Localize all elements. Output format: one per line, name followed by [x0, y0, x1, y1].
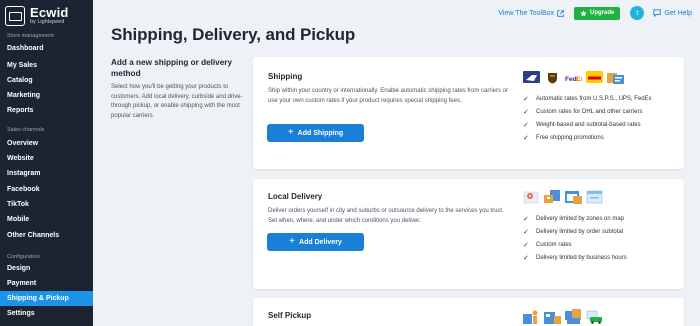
sidebar-item-settings[interactable]: Settings: [0, 306, 93, 321]
check-icon: ✓: [523, 108, 529, 116]
sidebar-item-overview[interactable]: Overview: [0, 136, 93, 151]
self-pickup-card: Self Pickup: [253, 298, 684, 326]
top-bar: View The ToolBox Upgrade t Get Help: [498, 6, 692, 20]
external-link-icon: [557, 9, 564, 17]
intro-title: Add a new shipping or delivery method: [111, 58, 233, 78]
check-icon: ✓: [523, 241, 529, 249]
sidebar-item-my-sales[interactable]: My Sales: [0, 58, 93, 73]
list-item: ✓ Delivery limited by order subtotal: [523, 225, 627, 238]
map-pin-icon: [523, 189, 540, 204]
check-icon: ✓: [523, 215, 529, 223]
plus-icon: +: [289, 236, 296, 247]
sidebar-item-website[interactable]: Website: [0, 151, 93, 166]
list-item: ✓ Automatic rates from U.S.P.S., UPS, Fed…: [523, 92, 652, 105]
svg-text:Fed: Fed: [565, 76, 577, 83]
view-toolbox-label: View The ToolBox: [498, 9, 555, 17]
add-shipping-label: Add Shipping: [297, 129, 344, 137]
add-delivery-button[interactable]: + Add Delivery: [267, 233, 364, 251]
sidebar-item-catalog[interactable]: Catalog: [0, 73, 93, 88]
dhl-logo-icon: [586, 71, 603, 83]
feature-label: Custom rates: [536, 241, 572, 248]
shipping-features-list: ✓ Automatic rates from U.S.P.S., UPS, Fed…: [523, 92, 652, 144]
get-help-label: Get Help: [664, 9, 692, 17]
get-help-link[interactable]: Get Help: [653, 9, 692, 17]
star-icon: [580, 9, 587, 16]
list-item: ✓ Weight-based and subtotal-based rates: [523, 118, 652, 131]
delivery-window-icon: [586, 189, 603, 204]
sidebar-item-tiktok[interactable]: TikTok: [0, 197, 93, 212]
brand-name: Ecwid: [30, 5, 69, 21]
sidebar-item-design[interactable]: Design: [0, 261, 93, 276]
pickup-boxes-icon: [565, 308, 582, 324]
list-item: ✓ Delivery limited by zones on map: [523, 212, 627, 225]
sidebar: Ecwid by Lightspeed Store management Das…: [0, 0, 93, 326]
local-delivery-illustrations: [523, 189, 607, 204]
local-delivery-card-title: Local Delivery: [268, 192, 323, 201]
ecwid-logo-icon: [5, 6, 25, 26]
sidebar-item-dashboard[interactable]: Dashboard: [0, 41, 93, 56]
feature-label: Delivery limited by zones on map: [536, 215, 625, 222]
list-item: ✓ Free shipping promotions: [523, 131, 652, 144]
check-icon: ✓: [523, 134, 529, 142]
custom-rates-icon: [607, 71, 624, 84]
view-toolbox-link[interactable]: View The ToolBox: [498, 10, 564, 17]
list-item: ✓ Delivery limited by business hours: [523, 251, 627, 264]
shipping-card-title: Shipping: [268, 72, 303, 81]
check-icon: ✓: [523, 95, 529, 103]
upgrade-label: Upgrade: [590, 10, 615, 16]
sidebar-item-reports[interactable]: Reports: [0, 103, 93, 118]
pickup-store-icon: [544, 308, 561, 324]
feature-label: Free shipping promotions: [536, 134, 604, 141]
self-pickup-card-title: Self Pickup: [268, 311, 312, 320]
sidebar-item-facebook[interactable]: Facebook: [0, 182, 93, 197]
pickup-car-icon: [586, 308, 603, 324]
brand-sub: by Lightspeed: [30, 19, 65, 26]
delivery-boxes-icon: [544, 189, 561, 204]
intro-description: Select how you'll be getting your produc…: [111, 84, 243, 119]
shipping-card-description: Ship within your country or internationa…: [268, 88, 508, 104]
delivery-calendar-icon: [565, 189, 582, 204]
local-delivery-card-description: Deliver orders yourself in city and subu…: [268, 208, 504, 224]
feature-label: Delivery limited by business hours: [536, 254, 627, 261]
shipping-carrier-logos: FedEx: [523, 71, 628, 84]
pickup-person-icon: [523, 308, 540, 324]
sidebar-item-other-channels[interactable]: Other Channels: [0, 228, 93, 243]
upgrade-button[interactable]: Upgrade: [574, 6, 621, 20]
brand[interactable]: Ecwid by Lightspeed: [5, 6, 69, 26]
fedex-logo-icon: FedEx: [565, 71, 584, 83]
page-title: Shipping, Delivery, and Pickup: [111, 25, 356, 44]
sidebar-section-configuration: Configuration: [7, 254, 40, 260]
plus-icon: +: [287, 127, 294, 138]
check-icon: ✓: [523, 121, 529, 129]
sidebar-section-store-management: Store management: [7, 33, 54, 39]
ups-logo-icon: [544, 71, 561, 84]
add-delivery-label: Add Delivery: [299, 238, 342, 246]
sidebar-item-marketing[interactable]: Marketing: [0, 88, 93, 103]
list-item: ✓ Custom rates: [523, 238, 627, 251]
svg-text:Ex: Ex: [576, 76, 582, 83]
feature-label: Custom rates for DHL and other carriers: [536, 108, 643, 115]
feature-label: Delivery limited by order subtotal: [536, 228, 624, 235]
check-icon: ✓: [523, 228, 529, 236]
feature-label: Weight-based and subtotal-based rates: [536, 121, 641, 128]
add-shipping-button[interactable]: + Add Shipping: [267, 124, 364, 142]
list-item: ✓ Custom rates for DHL and other carriers: [523, 105, 652, 118]
local-delivery-features-list: ✓ Delivery limited by zones on map ✓ Deliv…: [523, 212, 627, 264]
chat-bubble-icon: [653, 9, 662, 17]
sidebar-item-instagram[interactable]: Instagram: [0, 166, 93, 181]
check-icon: ✓: [523, 254, 529, 262]
self-pickup-illustrations: [523, 308, 607, 324]
shipping-card: Shipping Ship within your country or int…: [253, 57, 684, 169]
sidebar-item-payment[interactable]: Payment: [0, 276, 93, 291]
local-delivery-card: Local Delivery Deliver orders yourself i…: [253, 179, 684, 289]
sidebar-item-shipping-pickup[interactable]: Shipping & Pickup: [0, 291, 93, 306]
feature-label: Automatic rates from U.S.P.S., UPS, FedE…: [536, 95, 652, 102]
sidebar-section-sales-channels: Sales channels: [7, 127, 45, 133]
sidebar-item-mobile[interactable]: Mobile: [0, 212, 93, 227]
avatar[interactable]: t: [630, 6, 645, 20]
usps-logo-icon: [523, 71, 540, 83]
